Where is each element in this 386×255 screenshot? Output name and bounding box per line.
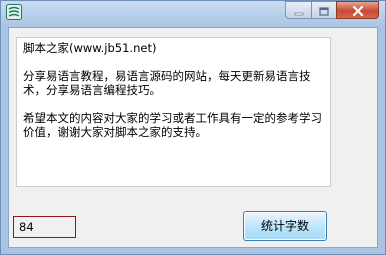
text-paragraph: 分享易语言教程，易语言源码的网站，每天更新易语言技术，分享易语言编程技巧。 bbox=[23, 69, 311, 97]
minimize-icon bbox=[294, 1, 304, 20]
app-logo-icon bbox=[6, 4, 22, 20]
maximize-icon bbox=[319, 1, 329, 20]
close-button[interactable] bbox=[336, 1, 379, 19]
count-characters-button[interactable]: 统计字数 bbox=[243, 211, 327, 241]
client-area: 脚本之家(www.jb51.net) 分享易语言教程，易语言源码的网站，每天更新… bbox=[8, 27, 378, 248]
minimize-button[interactable] bbox=[285, 1, 311, 19]
content-textarea[interactable]: 脚本之家(www.jb51.net) 分享易语言教程，易语言源码的网站，每天更新… bbox=[16, 37, 331, 187]
title-bar[interactable] bbox=[1, 1, 385, 27]
app-window: 脚本之家(www.jb51.net) 分享易语言教程，易语言源码的网站，每天更新… bbox=[0, 0, 386, 255]
maximize-button[interactable] bbox=[311, 1, 336, 19]
close-icon bbox=[352, 1, 364, 20]
text-paragraph: 脚本之家(www.jb51.net) bbox=[23, 41, 157, 55]
window-controls bbox=[285, 1, 379, 19]
text-paragraph: 希望本文的内容对大家的学习或者工作具有一定的参考学习价值，谢谢大家对脚本之家的支… bbox=[23, 111, 322, 139]
character-count-field[interactable]: 84 bbox=[13, 216, 76, 238]
